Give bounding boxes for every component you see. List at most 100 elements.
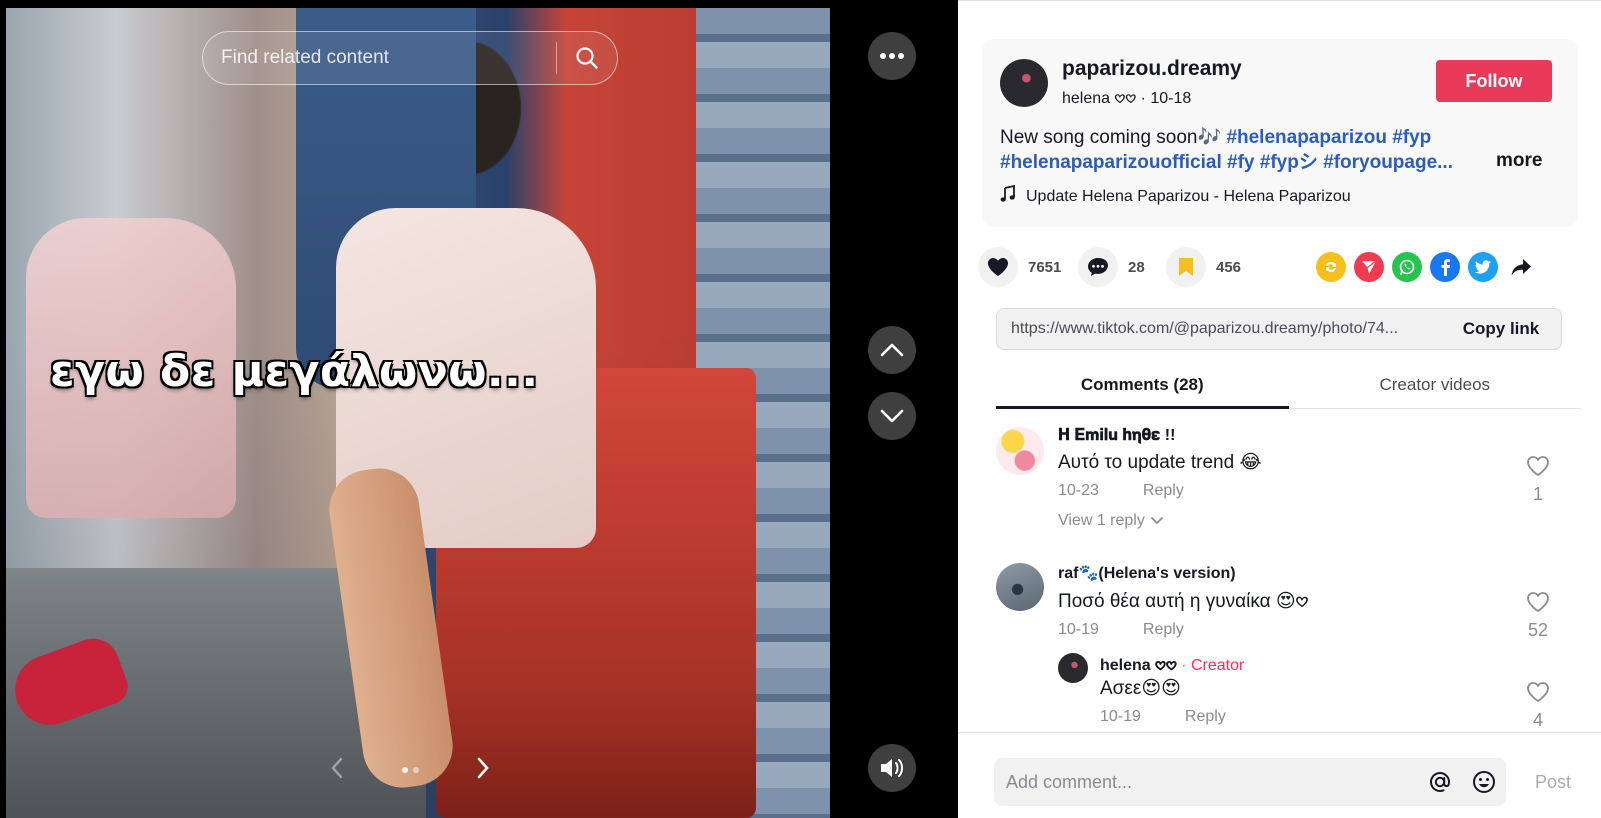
creator-badge: Creator — [1190, 657, 1245, 674]
twitter-icon[interactable] — [1468, 252, 1498, 282]
creator-separator: · — [1176, 657, 1191, 674]
volume-icon[interactable] — [868, 744, 916, 792]
reply-button[interactable]: Reply — [1143, 482, 1184, 500]
like-count: 7651 — [1028, 258, 1062, 276]
music-note-icon — [1000, 184, 1016, 208]
comment-date: 10-23 — [1058, 482, 1099, 499]
heart-outline-icon[interactable] — [1526, 456, 1550, 481]
more-options-icon[interactable] — [868, 32, 916, 80]
view-replies-label[interactable]: View 1 reply — [1058, 512, 1145, 530]
post-info-card: paparizou.dreamy helena 𖹭𖹭 · 10-18 Follo… — [982, 39, 1578, 227]
reply-button[interactable]: Reply — [1185, 708, 1226, 726]
repost-icon[interactable] — [1316, 252, 1346, 282]
comment-like[interactable]: 52 — [1518, 591, 1558, 641]
subline-separator: · — [1140, 90, 1151, 107]
hashtag[interactable]: #helenapaparizou — [1226, 127, 1387, 148]
carousel-dot-1[interactable] — [401, 767, 408, 773]
tab-comments[interactable]: Comments (28) — [996, 363, 1289, 409]
save-action[interactable]: 456 — [1166, 247, 1241, 287]
post-url[interactable]: https://www.tiktok.com/@paparizou.dreamy… — [997, 320, 1441, 338]
carousel-dots — [401, 767, 419, 773]
reply-body: helena 𖹭𖹭 · Creator Ασεε😍😍 10-19 Reply — [1100, 653, 1550, 726]
carousel-next-chevron-icon[interactable] — [476, 757, 490, 784]
music-title[interactable]: Update Helena Paparizou - Helena Papariz… — [1026, 188, 1351, 206]
reply-like-count: 4 — [1532, 710, 1543, 730]
comment-like[interactable]: 1 — [1518, 455, 1558, 505]
comment-meta: 10-19 Reply — [1058, 621, 1508, 639]
facebook-icon[interactable] — [1430, 252, 1460, 282]
reply-meta: 10-19 Reply — [1100, 708, 1550, 726]
comment-body: 𝐇 𝐄𝐦𝐢𝐥𝐮 𝐡𝛈𝛉𝛆 !! Αυτό το update trend 😂 1… — [1058, 427, 1508, 530]
caption-text: New song coming soon🎶 — [1000, 127, 1227, 148]
related-search-placeholder[interactable]: Find related content — [203, 47, 556, 69]
comment-like-count: 1 — [1532, 484, 1543, 504]
comment-text: Αυτό το update trend 😂 — [1058, 452, 1262, 473]
comment-input-placeholder[interactable]: Add comment... — [994, 772, 1418, 793]
hashtag[interactable]: #fyp — [1392, 127, 1431, 148]
post-date: 10-18 — [1150, 90, 1192, 107]
carousel-prev-chevron-icon[interactable] — [330, 757, 344, 784]
like-action[interactable]: 7651 — [978, 247, 1061, 287]
reply-username-line: helena 𖹭𖹭 · Creator — [1100, 653, 1550, 675]
caption-more-link[interactable]: more — [1496, 150, 1542, 172]
search-icon[interactable] — [557, 31, 617, 85]
emoji-icon[interactable] — [1462, 760, 1506, 804]
comment-meta: 10-23 Reply — [1058, 482, 1508, 500]
comment-text: Ποσό θέα αυτή η γυναίκα 😍𖹭 — [1058, 591, 1309, 612]
commenter-username[interactable]: raf🐾(Helena's version) — [1058, 563, 1508, 585]
follow-button[interactable]: Follow — [1436, 60, 1552, 102]
comment-count: 28 — [1128, 258, 1145, 276]
copy-link-box: https://www.tiktok.com/@paparizou.dreamy… — [996, 308, 1562, 350]
hashtag[interactable]: #fy — [1227, 152, 1254, 173]
comment-like-count: 52 — [1527, 620, 1549, 640]
save-count: 456 — [1216, 258, 1242, 276]
photo-overlay-text: εγω δε μεγάλωνω... — [50, 346, 539, 397]
whatsapp-icon[interactable] — [1392, 252, 1422, 282]
post-caption: New song coming soon🎶 #helenapaparizou #… — [1000, 125, 1500, 175]
comment-body: raf🐾(Helena's version) Ποσό θέα αυτή η γ… — [1058, 563, 1508, 639]
post-details-panel: paparizou.dreamy helena 𖹭𖹭 · 10-18 Follo… — [958, 0, 1601, 818]
comment-date: 10-19 — [1058, 621, 1099, 638]
related-search-bar[interactable]: Find related content — [202, 31, 618, 85]
reply-text: Ασεε😍😍 — [1100, 678, 1181, 699]
comments-list[interactable]: 𝐇 𝐄𝐦𝐢𝐥𝐮 𝐡𝛈𝛉𝛆 !! Αυτό το update trend 😂 1… — [958, 411, 1601, 733]
comment-action[interactable]: 28 — [1078, 247, 1145, 287]
bookmark-icon[interactable] — [1166, 247, 1206, 287]
heart-outline-icon[interactable] — [1526, 682, 1550, 707]
reply-like[interactable]: 4 — [1518, 681, 1558, 731]
carousel-dot-2[interactable] — [412, 767, 419, 773]
post-actions-bar: 7651 28 456 — [978, 247, 1578, 289]
photo-carousel-nav — [330, 752, 490, 788]
view-replies-button[interactable]: View 1 reply — [1058, 512, 1508, 530]
media-viewer: εγω δε μεγάλωνω... Find related content — [0, 0, 958, 818]
send-icon[interactable] — [1354, 252, 1384, 282]
comment-input[interactable]: Add comment... — [994, 758, 1506, 806]
author-avatar[interactable] — [1000, 59, 1048, 107]
heart-icon[interactable] — [978, 247, 1018, 287]
comment-bubble-icon[interactable] — [1078, 247, 1118, 287]
post-photo[interactable]: εγω δε μεγάλωνω... — [6, 8, 830, 818]
tab-creator-videos[interactable]: Creator videos — [1289, 363, 1582, 408]
previous-post-chevron-up-icon[interactable] — [868, 326, 916, 374]
panel-tabs: Comments (28) Creator videos — [996, 363, 1581, 409]
copy-link-button[interactable]: Copy link — [1441, 309, 1561, 349]
hashtag[interactable]: #fypシ — [1260, 152, 1318, 173]
mention-at-icon[interactable] — [1418, 760, 1462, 804]
next-post-chevron-down-icon[interactable] — [868, 392, 916, 440]
share-arrow-icon[interactable] — [1506, 252, 1536, 282]
music-track[interactable]: Update Helena Paparizou - Helena Papariz… — [1000, 184, 1351, 208]
author-username[interactable]: paparizou.dreamy — [1062, 57, 1242, 81]
reply-username[interactable]: helena 𖹭𖹭 — [1100, 657, 1177, 674]
reply-button[interactable]: Reply — [1143, 621, 1184, 639]
creator-avatar[interactable] — [1058, 653, 1088, 683]
hashtag[interactable]: #foryoupage... — [1323, 152, 1453, 173]
chevron-down-icon — [1150, 512, 1163, 530]
post-comment-button[interactable]: Post — [1535, 758, 1571, 806]
reply-date: 10-19 — [1100, 708, 1141, 725]
hashtag[interactable]: #helenapaparizouofficial — [1000, 152, 1222, 173]
commenter-avatar[interactable] — [996, 563, 1044, 611]
heart-outline-icon[interactable] — [1526, 592, 1550, 617]
author-subline: helena 𖹭𖹭 · 10-18 — [1062, 86, 1191, 108]
commenter-avatar[interactable] — [996, 427, 1044, 475]
commenter-username[interactable]: 𝐇 𝐄𝐦𝐢𝐥𝐮 𝐡𝛈𝛉𝛆 !! — [1058, 427, 1508, 449]
